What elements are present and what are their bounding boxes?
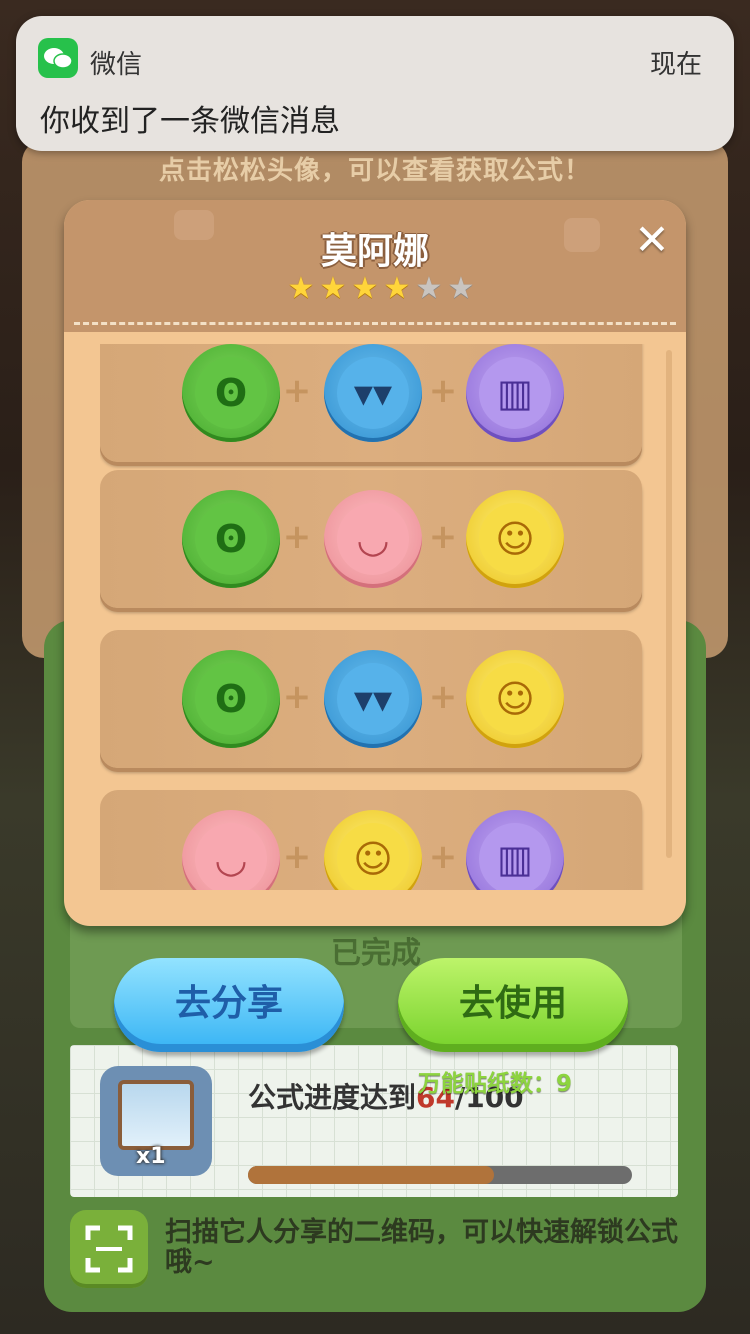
- comb-sticker-icon: ▥: [466, 344, 564, 442]
- use-button[interactable]: 去使用: [398, 958, 628, 1052]
- star-empty-icon: ★: [447, 271, 475, 306]
- notification-time: 现在: [649, 50, 702, 80]
- recipe-row: ʘ + ◡ + ☺: [100, 470, 642, 608]
- recipe-row: ʘ + ▾▾ + ▥: [100, 344, 642, 462]
- ear-sticker-icon: ʘ: [182, 344, 280, 442]
- reward-count: x1: [136, 1144, 166, 1169]
- notification-banner[interactable]: 微信 现在 你收到了一条微信消息: [16, 16, 734, 151]
- notification-app-name: 微信: [90, 50, 143, 80]
- smile-face-sticker-icon: ☺: [466, 650, 564, 748]
- wechat-icon: [38, 38, 78, 78]
- star-filled-icon: ★: [383, 271, 411, 306]
- recipe-row: ʘ + ▾▾ + ☺: [100, 630, 642, 768]
- close-button[interactable]: ✕: [630, 218, 674, 262]
- smile-face-sticker-icon: ☺: [324, 810, 422, 890]
- star-empty-icon: ★: [415, 271, 443, 306]
- plus-icon: +: [428, 517, 458, 557]
- progress-fill: [248, 1166, 494, 1184]
- header-divider: [74, 322, 676, 325]
- dialog-title: 莫阿娜: [320, 231, 429, 272]
- scan-qr-button[interactable]: [70, 1210, 148, 1288]
- cool-face-sticker-icon: ▾▾: [324, 344, 422, 442]
- window-sticker-icon: [118, 1080, 194, 1150]
- scan-hint-text: 扫描它人分享的二维码，可以快速解锁公式哦~: [165, 1217, 678, 1278]
- rating-stars: ★ ★ ★ ★ ★ ★: [286, 274, 476, 304]
- recipe-list[interactable]: ʘ + ▾▾ + ▥ ʘ + ◡ + ☺ ʘ + ▾▾ + ☺ ◡ + ☺ + ▥: [100, 344, 648, 890]
- plus-icon: +: [282, 837, 312, 877]
- star-filled-icon: ★: [319, 271, 347, 306]
- plus-icon: +: [428, 371, 458, 411]
- progress-bar: [248, 1166, 632, 1184]
- plus-icon: +: [428, 677, 458, 717]
- plus-icon: +: [428, 837, 458, 877]
- plus-icon: +: [282, 517, 312, 557]
- plus-icon: +: [282, 371, 312, 411]
- scan-icon: [85, 1225, 133, 1273]
- formula-hint: 点击松松头像，可以查看获取公式！: [158, 156, 591, 186]
- plus-icon: +: [282, 677, 312, 717]
- blush-face-sticker-icon: ◡: [324, 490, 422, 588]
- universal-sticker-count: 万能贴纸数：9: [418, 1071, 573, 1097]
- reward-slot[interactable]: x1: [100, 1066, 212, 1176]
- progress-prefix: 公式进度达到: [248, 1081, 417, 1114]
- ear-sticker-icon: ʘ: [182, 490, 280, 588]
- share-button[interactable]: 去分享: [114, 958, 344, 1052]
- ear-sticker-icon: ʘ: [182, 650, 280, 748]
- notification-message: 你收到了一条微信消息: [40, 104, 340, 139]
- star-filled-icon: ★: [287, 271, 315, 306]
- blush-face-sticker-icon: ◡: [182, 810, 280, 890]
- star-filled-icon: ★: [351, 271, 379, 306]
- cool-face-sticker-icon: ▾▾: [324, 650, 422, 748]
- comb-sticker-icon: ▥: [466, 810, 564, 890]
- scrollbar[interactable]: [666, 350, 672, 858]
- recipe-dialog: 莫阿娜 ★ ★ ★ ★ ★ ★ ✕ ʘ + ▾▾ + ▥ ʘ + ◡ + ☺ ʘ + ▾▾ + ☺ ◡ + ☺ + ▥: [64, 200, 686, 926]
- recipe-row: ◡ + ☺ + ▥: [100, 790, 642, 890]
- smile-face-sticker-icon: ☺: [466, 490, 564, 588]
